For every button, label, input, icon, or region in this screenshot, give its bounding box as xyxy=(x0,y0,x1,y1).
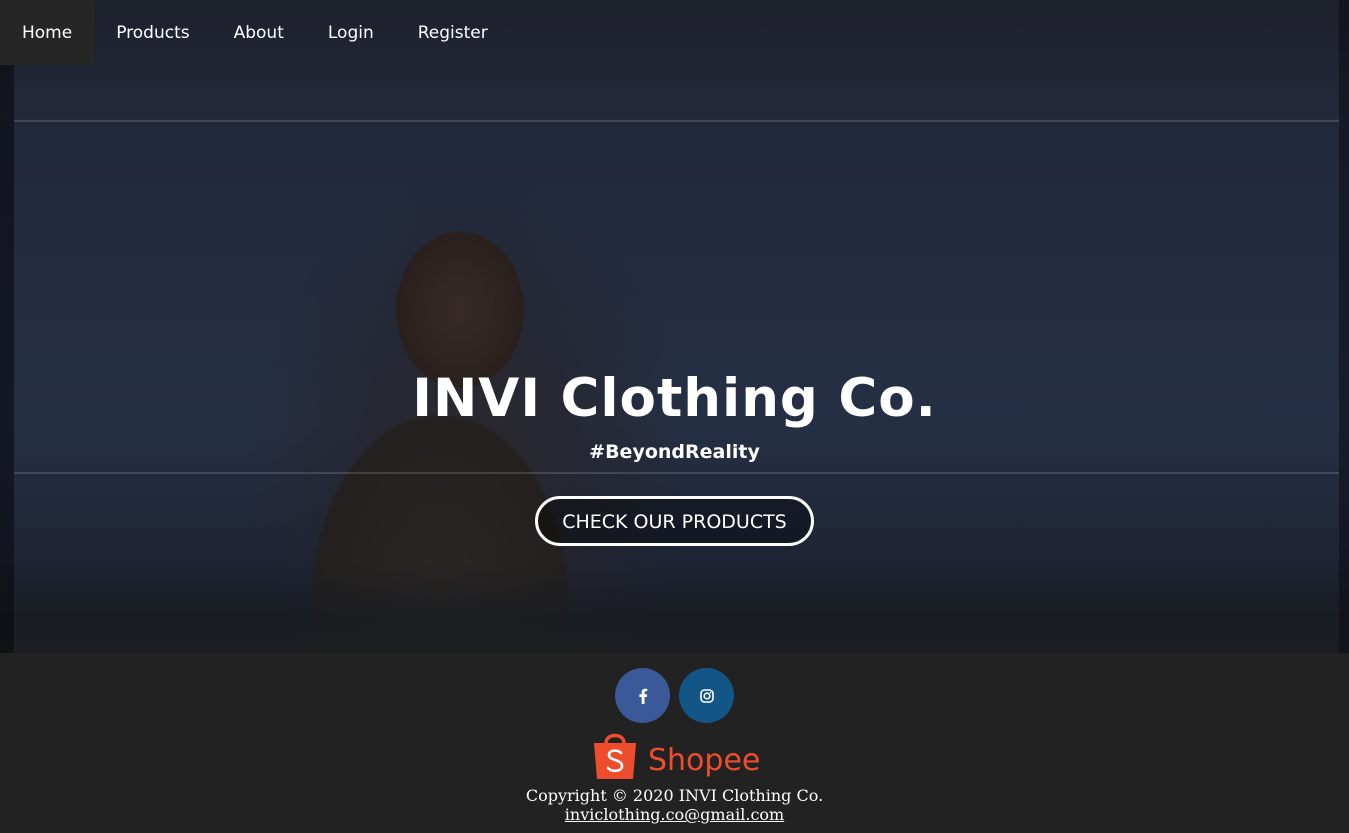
copyright-text: Copyright © 2020 INVI Clothing Co. xyxy=(525,786,824,805)
nav-products-link[interactable]: Products xyxy=(94,0,211,65)
hero-frame-right xyxy=(1339,0,1349,653)
site-footer: Shopee Copyright © 2020 INVI Clothing Co… xyxy=(0,653,1349,833)
nav-login-link[interactable]: Login xyxy=(306,0,396,65)
shopee-link[interactable]: Shopee xyxy=(592,728,760,782)
hero-section: INVI Clothing Co. #BeyondReality CHECK O… xyxy=(0,0,1349,653)
social-links xyxy=(0,668,1349,723)
instagram-icon xyxy=(699,688,714,703)
facebook-button[interactable] xyxy=(615,668,670,723)
hero-scanline xyxy=(14,120,1339,122)
hero-title: INVI Clothing Co. xyxy=(412,368,937,429)
facebook-icon xyxy=(638,688,647,704)
email-wrapper: inviclothing.co@gmail.com xyxy=(0,805,1349,824)
hero-frame-left xyxy=(0,0,14,653)
hero-tagline: #BeyondReality xyxy=(589,441,760,463)
shopee-bag-icon xyxy=(594,733,636,779)
instagram-button[interactable] xyxy=(679,668,734,723)
contact-email-link[interactable]: inviclothing.co@gmail.com xyxy=(565,805,784,824)
nav-home-link[interactable]: Home xyxy=(0,0,95,65)
hero-content: INVI Clothing Co. #BeyondReality CHECK O… xyxy=(0,365,1349,546)
top-navbar: Home Products About Login Register xyxy=(0,0,510,65)
check-products-button[interactable]: CHECK OUR PRODUCTS xyxy=(535,496,814,546)
shopee-wordmark: Shopee xyxy=(648,742,761,778)
hero-skyline xyxy=(0,563,1349,653)
nav-register-link[interactable]: Register xyxy=(396,0,510,65)
nav-about-link[interactable]: About xyxy=(212,0,306,65)
